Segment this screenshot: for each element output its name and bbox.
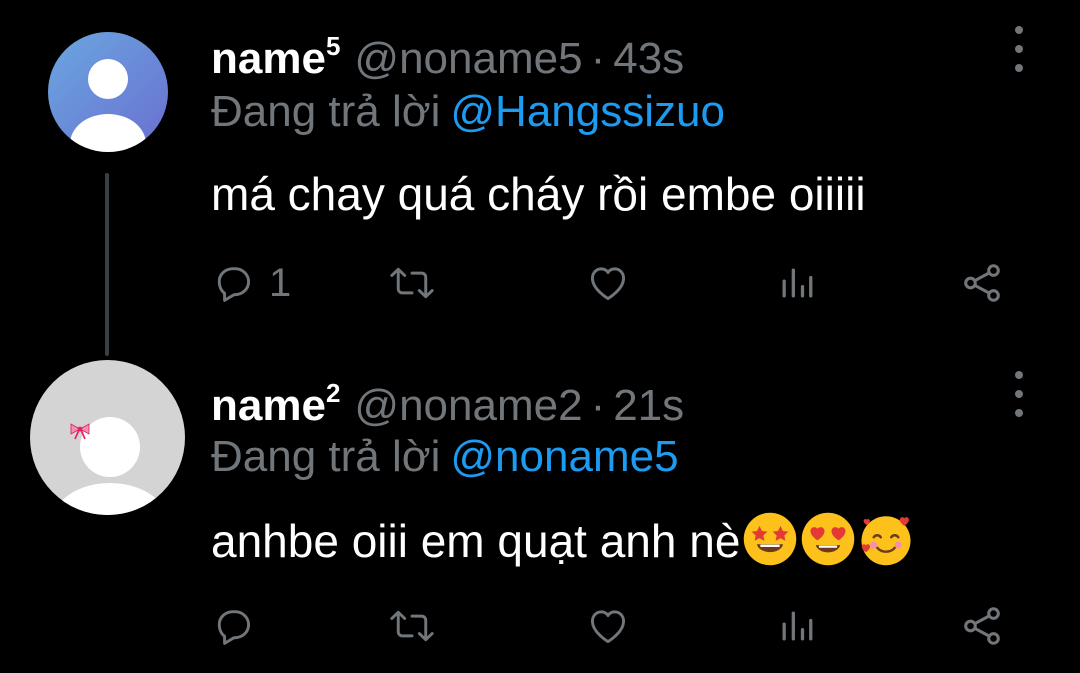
reply-button[interactable]	[211, 601, 269, 651]
tweet[interactable]: name5 @noname5 · 43s Đang trả lời @Hangssizu…	[0, 0, 1080, 340]
user-handle[interactable]: @noname5	[354, 34, 582, 83]
user-handle[interactable]: @noname2	[354, 381, 582, 430]
retweet-icon	[390, 610, 434, 642]
mention-link[interactable]: @Hangssizuo	[450, 87, 725, 136]
views-button[interactable]	[775, 601, 819, 651]
avatar[interactable]	[48, 32, 168, 152]
share-icon	[964, 607, 1000, 645]
tweet-header: name5 @noname5 · 43s	[211, 20, 684, 85]
tweet-text: má chay quá cháy rồi embe oiiiii	[211, 168, 866, 220]
tweet-text-content: anhbe oiii em quạt anh nè	[211, 515, 741, 567]
retweet-icon	[390, 267, 434, 299]
mention-link[interactable]: @noname5	[450, 432, 678, 481]
tweet[interactable]: name2 @noname2 · 21s Đang trả lời @noname5 a…	[0, 345, 1080, 673]
views-button[interactable]	[775, 258, 819, 308]
avatar[interactable]	[30, 360, 185, 515]
default-person-avatar-icon	[48, 32, 168, 152]
retweet-button[interactable]	[389, 601, 435, 651]
reply-icon	[217, 267, 251, 302]
like-button[interactable]	[585, 258, 631, 308]
smiling-face-with-hearts-emoji	[858, 511, 914, 579]
heart-icon	[590, 610, 626, 644]
reply-icon	[217, 610, 251, 645]
reply-button[interactable]: 1	[211, 258, 291, 308]
name-superscript: 2	[325, 378, 341, 408]
default-person-avatar-icon	[30, 360, 185, 515]
separator-dot: ·	[590, 34, 606, 83]
display-name[interactable]: name5	[211, 31, 341, 83]
timestamp[interactable]: 21s	[613, 381, 684, 430]
replying-to-label: Đang trả lời	[211, 432, 441, 481]
timestamp[interactable]: 43s	[613, 34, 684, 83]
share-button[interactable]	[959, 258, 1005, 308]
more-vertical-icon[interactable]	[1006, 371, 1032, 417]
separator-dot: ·	[590, 381, 606, 430]
views-icon	[782, 268, 813, 298]
tweet-header: name2 @noname2 · 21s	[211, 367, 684, 432]
star-struck-emoji	[742, 511, 798, 579]
replying-to: Đang trả lời @Hangssizuo	[211, 86, 725, 138]
share-button[interactable]	[959, 601, 1005, 651]
like-button[interactable]	[585, 601, 631, 651]
share-icon	[964, 264, 1000, 302]
display-name[interactable]: name2	[211, 378, 341, 430]
heart-eyes-emoji	[800, 511, 856, 579]
replying-to: Đang trả lời @noname5	[211, 431, 679, 483]
more-vertical-icon[interactable]	[1006, 26, 1032, 72]
name-superscript: 5	[325, 31, 341, 61]
tweet-actions: 1	[211, 258, 1011, 308]
tweet-text: anhbe oiii em quạt anh nè	[211, 511, 914, 579]
reply-count: 1	[269, 260, 292, 305]
heart-icon	[590, 267, 626, 301]
retweet-button[interactable]	[389, 258, 435, 308]
tweet-actions	[211, 601, 1011, 651]
replying-to-label: Đang trả lời	[211, 87, 441, 136]
views-icon	[782, 611, 813, 641]
